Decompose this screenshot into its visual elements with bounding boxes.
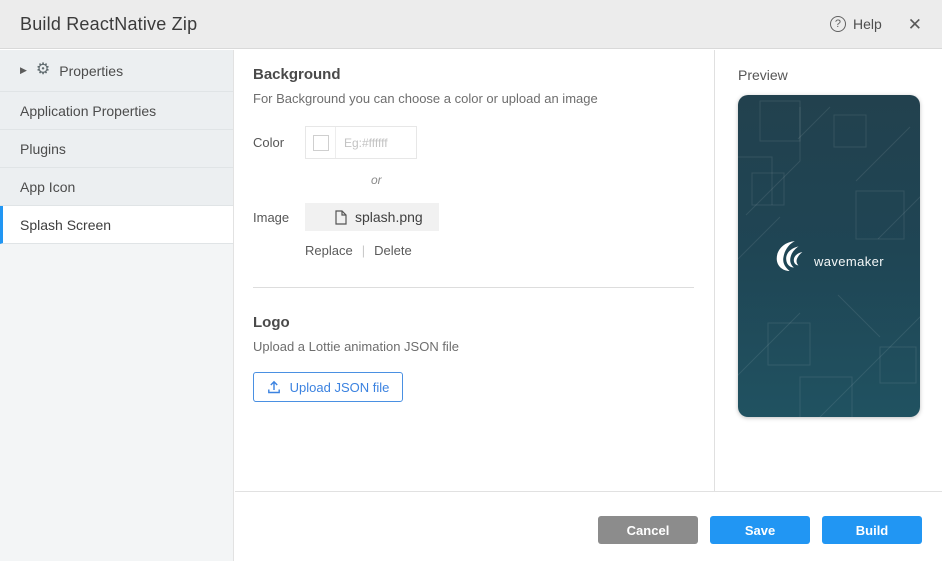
background-section-description: For Background you can choose a color or… — [253, 91, 694, 106]
dialog-title: Build ReactNative Zip — [0, 14, 197, 35]
background-section: Background For Background you can choose… — [235, 66, 714, 258]
image-row: Image splash.png — [253, 203, 694, 231]
sidebar-item-label: Splash Screen — [20, 217, 111, 233]
brand-name: wavemaker — [814, 254, 884, 272]
sidebar-item-application-properties[interactable]: Application Properties — [0, 92, 233, 130]
help-label: Help — [853, 16, 882, 32]
header-actions: ? Help ✕ — [830, 16, 942, 33]
preview-title: Preview — [738, 67, 942, 83]
build-reactnative-dialog: Build ReactNative Zip ? Help ✕ ▶ ⚙ Prope… — [0, 0, 942, 561]
help-question-icon: ? — [830, 16, 846, 32]
main-content: Background For Background you can choose… — [235, 50, 714, 561]
wavemaker-wave-icon — [774, 239, 810, 272]
or-label: or — [371, 173, 694, 187]
upload-icon — [267, 380, 281, 394]
close-icon[interactable]: ✕ — [908, 16, 922, 33]
preview-panel: Preview — [714, 50, 942, 491]
sidebar-item-plugins[interactable]: Plugins — [0, 130, 233, 168]
color-swatch — [313, 135, 329, 151]
delete-link[interactable]: Delete — [374, 243, 412, 258]
expand-arrow-icon[interactable]: ▶ — [20, 65, 27, 76]
sidebar-item-properties[interactable]: ▶ ⚙ Properties — [0, 50, 233, 92]
sidebar-item-splash-screen[interactable]: Splash Screen — [0, 206, 233, 244]
background-section-title: Background — [253, 66, 694, 83]
sidebar-item-label: Application Properties — [20, 103, 156, 119]
dialog-header: Build ReactNative Zip ? Help ✕ — [0, 0, 942, 49]
color-text-placeholder[interactable]: Eg:#ffffff — [336, 127, 416, 158]
help-button[interactable]: ? Help — [830, 16, 882, 32]
splash-image-filename: splash.png — [355, 209, 423, 225]
image-label: Image — [253, 210, 305, 225]
replace-link[interactable]: Replace — [305, 243, 353, 258]
build-button[interactable]: Build — [822, 516, 922, 544]
color-input[interactable]: Eg:#ffffff — [305, 126, 417, 159]
sidebar-item-label: App Icon — [20, 179, 75, 195]
cancel-button[interactable]: Cancel — [598, 516, 698, 544]
splash-image-chip[interactable]: splash.png — [305, 203, 439, 231]
sidebar: ▶ ⚙ Properties Application Properties Pl… — [0, 50, 234, 561]
logo-section: Logo Upload a Lottie animation JSON file… — [235, 314, 714, 402]
save-button[interactable]: Save — [710, 516, 810, 544]
brand-logo: wavemaker — [774, 239, 884, 272]
link-separator: | — [362, 243, 365, 258]
footer: Cancel Save Build — [235, 491, 942, 561]
color-label: Color — [253, 135, 305, 150]
sidebar-item-label: Plugins — [20, 141, 66, 157]
splash-preview-image: wavemaker — [738, 95, 920, 417]
upload-json-button-label: Upload JSON file — [290, 380, 390, 395]
logo-section-title: Logo — [253, 314, 694, 331]
section-divider — [253, 287, 694, 288]
image-actions: Replace | Delete — [305, 243, 694, 258]
color-swatch-button[interactable] — [306, 127, 336, 158]
file-icon — [335, 210, 347, 225]
upload-json-button[interactable]: Upload JSON file — [253, 372, 403, 402]
sidebar-item-label: Properties — [59, 63, 123, 79]
color-row: Color Eg:#ffffff — [253, 126, 694, 159]
logo-section-description: Upload a Lottie animation JSON file — [253, 339, 694, 354]
sidebar-item-app-icon[interactable]: App Icon — [0, 168, 233, 206]
gear-icon: ⚙ — [36, 62, 50, 78]
